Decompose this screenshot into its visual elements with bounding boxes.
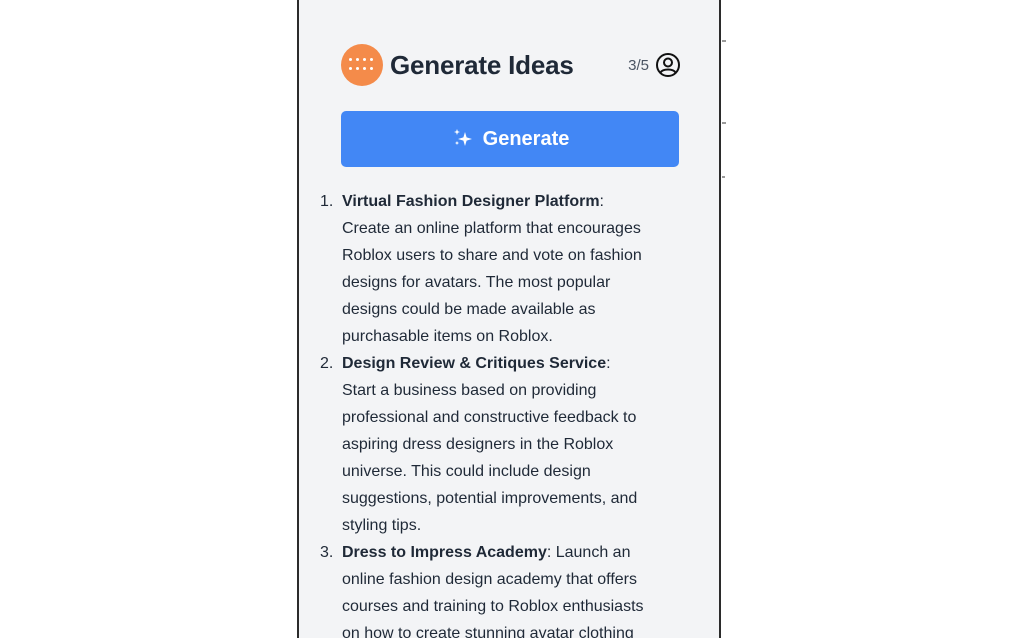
- idea-name: Design Review & Critiques Service: [342, 355, 607, 372]
- idea-name: Virtual Fashion Designer Platform: [342, 193, 600, 210]
- popup-header: Generate Ideas 3/5: [341, 43, 681, 87]
- screen: Generate Ideas 3/5 Generate 1. Virtual F…: [0, 0, 1020, 638]
- idea-text-line: suggestions, potential improvements, and: [342, 490, 638, 507]
- idea-text-line: Roblox users to share and vote on fashio…: [342, 247, 642, 264]
- idea-text-line: courses and training to Roblox enthusias…: [342, 598, 644, 615]
- idea-text-line: on how to create stunning avatar clothin…: [342, 625, 634, 638]
- idea-separator: :: [606, 355, 611, 372]
- background-page-fragment: [722, 40, 726, 42]
- page-title: Generate Ideas: [390, 49, 574, 80]
- idea-separator: :: [599, 193, 604, 210]
- idea-text-line: universe. This could include design: [342, 463, 591, 480]
- idea-text-line: Create an online platform that encourage…: [342, 220, 641, 237]
- idea-text-line: Start a business based on providing: [342, 382, 597, 399]
- usage-counter: 3/5: [628, 56, 649, 74]
- extension-popup: Generate Ideas 3/5 Generate 1. Virtual F…: [297, 0, 721, 638]
- list-item-number: 3.: [320, 544, 334, 561]
- list-item: 3. Dress to Impress Academy: Launch an o…: [320, 539, 682, 638]
- idea-text-line: designs for avatars. The most popular: [342, 274, 611, 291]
- idea-text-line: online fashion design academy that offer…: [342, 571, 638, 588]
- list-item: 1. Virtual Fashion Designer Platform: Cr…: [320, 188, 682, 350]
- user-circle-icon[interactable]: [655, 52, 681, 78]
- idea-separator: : Launch an: [546, 544, 631, 561]
- sparkles-icon: [451, 127, 475, 151]
- dots-logo-icon: [341, 44, 383, 86]
- background-page-fragment: [722, 122, 726, 124]
- idea-name: Dress to Impress Academy: [342, 544, 547, 561]
- generate-button-label: Generate: [482, 127, 570, 150]
- idea-text-line: professional and constructive feedback t…: [342, 409, 637, 426]
- list-item-number: 1.: [320, 193, 334, 210]
- idea-text-line: aspiring dress designers in the Roblox: [342, 436, 614, 453]
- list-item-number: 2.: [320, 355, 334, 372]
- idea-text-line: styling tips.: [342, 517, 422, 534]
- background-page-fragment: [722, 176, 725, 178]
- idea-text-line: designs could be made available as: [342, 301, 596, 318]
- list-item: 2. Design Review & Critiques Service: St…: [320, 350, 682, 539]
- generate-button[interactable]: Generate: [341, 111, 679, 167]
- idea-text-line: purchasable items on Roblox.: [342, 328, 553, 345]
- ideas-list: 1. Virtual Fashion Designer Platform: Cr…: [320, 188, 682, 638]
